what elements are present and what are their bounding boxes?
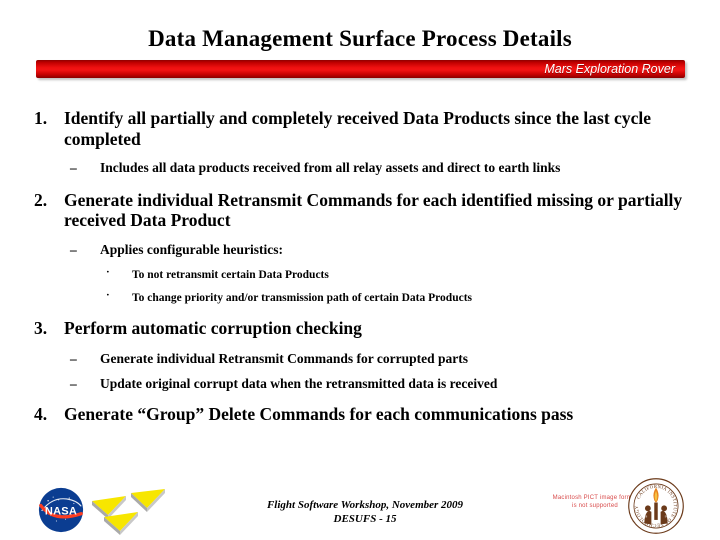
list-item: 3. Perform automatic corruption checking [34,318,690,339]
list-text: Generate individual Retransmit Commands … [100,350,468,366]
footer-line-1: Flight Software Workshop, November 2009 [266,499,464,511]
dash-bullet-icon: – [70,242,77,258]
mer-banner: Mars Exploration Rover [36,60,685,78]
list-item: 1. Identify all partially and completely… [34,108,690,149]
list-item: – Generate individual Retransmit Command… [70,351,690,367]
pict-placeholder-text: Macintosh PICT image format is not suppo… [552,495,638,510]
list-item: · To not retransmit certain Data Product… [106,265,690,282]
svg-text:91: 91 [665,515,669,519]
list-marker: 3. [34,318,48,339]
list-text: Generate individual Retransmit Commands … [64,189,683,231]
caltech-seal-icon: CALIFORNIA INSTITUTE OF TECHNOLOGY 18 91 [627,477,685,535]
dot-bullet-icon: · [106,288,110,301]
page-title: Data Management Surface Process Details [148,26,572,51]
list-text: To not retransmit certain Data Products [132,268,329,281]
dash-bullet-icon: – [70,160,77,176]
list-item: 4. Generate “Group” Delete Commands for … [34,404,690,425]
jpl-logo-icon [86,487,172,535]
dot-bullet-icon: · [106,265,110,278]
list-marker: 4. [34,403,48,424]
list-item: – Update original corrupt data when the … [70,376,690,392]
list-marker: 1. [34,108,48,128]
slide-body: 1. Identify all partially and completely… [34,108,690,426]
list-item: 2. Generate individual Retransmit Comman… [34,190,690,231]
list-text: Applies configurable heuristics: [100,242,284,258]
list-text: Identify all partially and completely re… [64,108,651,149]
list-text: To change priority and/or transmission p… [132,291,473,304]
svg-text:NASA: NASA [45,506,77,518]
list-item: – Includes all data products received fr… [70,160,690,176]
dash-bullet-icon: – [70,350,77,366]
list-item: · To change priority and/or transmission… [106,288,690,305]
footer-text: Flight Software Workshop, November 2009 … [210,498,520,526]
list-item: – Applies configurable heuristics: [70,242,690,258]
footer-line-2: DESUFS - 15 [333,513,397,526]
slide: Data Management Surface Process Details … [0,0,720,540]
nasa-logo-icon: NASA [38,487,84,533]
banner-label: Mars Exploration Rover [544,62,675,76]
list-marker: 2. [34,189,48,210]
dash-bullet-icon: – [70,376,77,392]
banner-bar: Mars Exploration Rover [36,60,685,78]
list-text: Perform automatic corruption checking [64,318,362,339]
list-text: Update original corrupt data when the re… [100,376,498,392]
list-text: Includes all data products received from… [100,160,561,176]
svg-text:18: 18 [644,515,648,519]
list-text: Generate “Group” Delete Commands for eac… [64,403,574,424]
